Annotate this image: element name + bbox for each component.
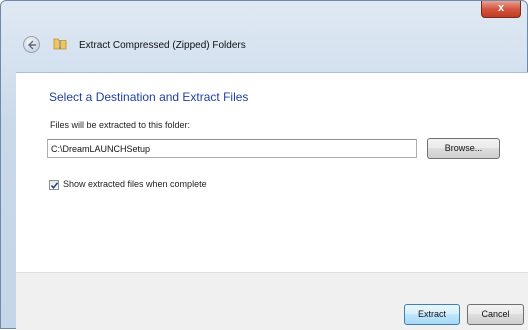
- extract-button[interactable]: Extract: [404, 304, 460, 325]
- dialog-header: Extract Compressed (Zipped) Folders: [1, 29, 527, 59]
- page-heading: Select a Destination and Extract Files: [49, 90, 249, 104]
- dialog-title: Extract Compressed (Zipped) Folders: [79, 40, 246, 51]
- dialog-content: Select a Destination and Extract Files F…: [16, 72, 528, 273]
- show-files-checkbox[interactable]: [49, 180, 59, 190]
- browse-button[interactable]: Browse...: [427, 138, 500, 159]
- destination-path-input[interactable]: [47, 139, 417, 158]
- checkmark-icon: [50, 182, 59, 189]
- cancel-button[interactable]: Cancel: [467, 304, 524, 325]
- back-button[interactable]: [23, 36, 40, 53]
- back-arrow-icon: [28, 40, 36, 50]
- show-files-label[interactable]: Show extracted files when complete: [63, 179, 207, 189]
- close-button[interactable]: x: [481, 1, 521, 18]
- zip-folder-icon: [53, 38, 67, 50]
- close-icon: x: [497, 2, 505, 14]
- dialog-footer: Extract Cancel: [16, 272, 528, 330]
- extract-dialog-window: x Extract Compressed (Zipped) Folders Se…: [0, 0, 528, 330]
- destination-label: Files will be extracted to this folder:: [50, 120, 191, 130]
